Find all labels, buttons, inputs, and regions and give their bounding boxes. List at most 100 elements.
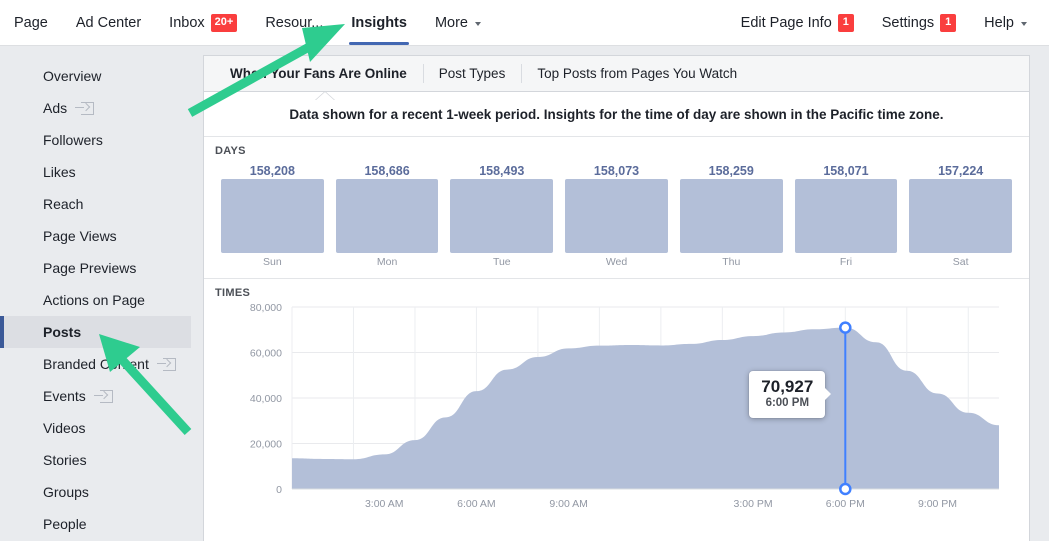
day-bar-track: [335, 179, 439, 253]
day-bar-track: [794, 179, 898, 253]
nav-item-label: Resour...: [265, 14, 324, 31]
day-bar: [909, 179, 1013, 253]
times-section: TIMES 0 20,000 40,000 60,000 80,000 3:00 AM 6:…: [204, 279, 1029, 534]
sidebar-item-actions-on-page[interactable]: Actions on Page: [0, 284, 191, 316]
nav-item-settings[interactable]: Settings 1: [868, 0, 970, 45]
day-bar: [335, 179, 439, 253]
sidebar-item-posts[interactable]: Posts: [0, 316, 191, 348]
nav-item-edit-page-info[interactable]: Edit Page Info 1: [727, 0, 868, 45]
external-link-icon: [93, 389, 113, 403]
day-bar-column[interactable]: 158,073 Wed: [559, 163, 674, 278]
day-bar-value: 158,208: [249, 164, 295, 178]
sidebar-item-people[interactable]: People: [0, 508, 191, 540]
sidebar-item-label: Groups: [43, 484, 89, 500]
tab-top-posts-from-pages-you-watch[interactable]: Top Posts from Pages You Watch: [521, 56, 753, 91]
y-axis-tick-label: 0: [276, 484, 282, 496]
nav-badge: 1: [940, 13, 957, 32]
day-bar-column[interactable]: 158,071 Fri: [789, 163, 904, 278]
sidebar-item-reach[interactable]: Reach: [0, 188, 191, 220]
nav-item-help[interactable]: Help: [970, 0, 1041, 45]
nav-item-label: Help: [984, 14, 1014, 31]
nav-item-label: Ad Center: [75, 14, 142, 31]
nav-item-label: Inbox: [169, 14, 205, 31]
day-bar-value: 157,224: [938, 164, 984, 178]
nav-item-resour[interactable]: Resour...: [251, 0, 337, 45]
tab-post-types[interactable]: Post Types: [422, 56, 522, 91]
nav-item-label: Insights: [351, 14, 407, 31]
nav-item-more[interactable]: More: [421, 0, 495, 45]
day-bar-column[interactable]: 158,493 Tue: [444, 163, 559, 278]
sidebar-item-followers[interactable]: Followers: [0, 124, 191, 156]
days-section: DAYS 158,208 Sun 158,686 Mon 158,493 Tue 158,0…: [204, 137, 1029, 279]
day-bar: [565, 179, 668, 253]
day-bar: [221, 179, 324, 253]
sidebar-item-page-views[interactable]: Page Views: [0, 220, 191, 252]
sidebar-item-branded-content[interactable]: Branded Content: [0, 348, 191, 380]
day-bar-label: Sat: [952, 256, 969, 268]
chart-selector-top-handle[interactable]: [839, 321, 852, 334]
day-bar-column[interactable]: 158,686 Mon: [330, 163, 445, 278]
insights-content-card: When Your Fans Are Online Post Types Top P…: [203, 55, 1030, 541]
days-section-label: DAYS: [215, 145, 246, 157]
day-bar: [679, 179, 783, 253]
times-area-chart[interactable]: 0 20,000 40,000 60,000 80,000 3:00 AM 6:00 AM 9…: [204, 301, 1029, 534]
insights-sidebar: Overview Ads Followers Likes Reach Page Views…: [0, 46, 191, 541]
sidebar-item-groups[interactable]: Groups: [0, 476, 191, 508]
insights-tab-bar: When Your Fans Are Online Post Types Top P…: [204, 56, 1029, 92]
x-axis-tick-label: 6:00 PM: [826, 498, 865, 510]
day-bar: [794, 179, 898, 253]
y-axis-tick-label: 20,000: [250, 439, 282, 451]
nav-item-page[interactable]: Page: [0, 0, 62, 45]
y-axis-tick-label: 40,000: [250, 393, 282, 405]
y-axis-tick-label: 80,000: [250, 302, 282, 314]
top-nav-left-group: Page Ad Center Inbox 20+ Resour... Insights Mo…: [0, 0, 495, 45]
sidebar-item-label: Actions on Page: [43, 292, 145, 308]
times-section-label: TIMES: [215, 287, 251, 299]
sidebar-item-label: Page Previews: [43, 260, 137, 276]
active-tab-underline: [349, 42, 409, 45]
chevron-down-icon: [475, 21, 481, 26]
tab-label: When Your Fans Are Online: [230, 66, 407, 81]
nav-item-inbox[interactable]: Inbox 20+: [155, 0, 251, 45]
day-bar-label: Wed: [605, 256, 628, 268]
sidebar-item-page-previews[interactable]: Page Previews: [0, 252, 191, 284]
day-bar-label: Tue: [492, 256, 511, 268]
nav-item-label: Page: [14, 14, 48, 31]
sidebar-item-label: Overview: [43, 68, 102, 84]
sidebar-item-label: Stories: [43, 452, 87, 468]
day-bar-column[interactable]: 158,259 Thu: [674, 163, 789, 278]
nav-item-insights[interactable]: Insights: [337, 0, 421, 45]
sidebar-item-ads[interactable]: Ads: [0, 92, 191, 124]
sidebar-item-likes[interactable]: Likes: [0, 156, 191, 188]
day-bar-column[interactable]: 158,208 Sun: [215, 163, 330, 278]
tooltip-time: 6:00 PM: [765, 396, 810, 409]
sidebar-item-events[interactable]: Events: [0, 380, 191, 412]
sidebar-item-label: Events: [43, 388, 86, 404]
nav-item-ad-center[interactable]: Ad Center: [62, 0, 155, 45]
day-bar-column[interactable]: 157,224 Sat: [903, 163, 1018, 278]
nav-item-label: Edit Page Info: [740, 14, 832, 31]
day-bar-value: 158,259: [708, 164, 754, 178]
day-bar-value: 158,071: [823, 164, 869, 178]
day-bar-label: Mon: [376, 256, 398, 268]
sidebar-item-label: Followers: [43, 132, 103, 148]
sidebar-item-videos[interactable]: Videos: [0, 412, 191, 444]
nav-item-label: Settings: [881, 14, 935, 31]
x-axis-tick-label: 3:00 PM: [734, 498, 773, 510]
chevron-down-icon: [1021, 21, 1027, 26]
top-nav-right-group: Edit Page Info 1 Settings 1 Help: [727, 0, 1041, 45]
sidebar-item-label: Reach: [43, 196, 84, 212]
chart-selector-bottom-handle[interactable]: [839, 482, 852, 496]
active-tab-notch: [316, 92, 334, 100]
sidebar-item-overview[interactable]: Overview: [0, 60, 191, 92]
day-bar-label: Sun: [263, 256, 282, 268]
nav-badge: 1: [837, 13, 854, 32]
sidebar-item-stories[interactable]: Stories: [0, 444, 191, 476]
sidebar-item-label: People: [43, 516, 87, 532]
x-axis-tick-label: 9:00 AM: [549, 498, 588, 510]
day-bar-track: [909, 179, 1013, 253]
tab-when-your-fans-are-online[interactable]: When Your Fans Are Online: [214, 56, 423, 91]
sidebar-item-label: Page Views: [43, 228, 117, 244]
day-bar-value: 158,493: [479, 164, 525, 178]
tab-label: Top Posts from Pages You Watch: [537, 66, 738, 81]
